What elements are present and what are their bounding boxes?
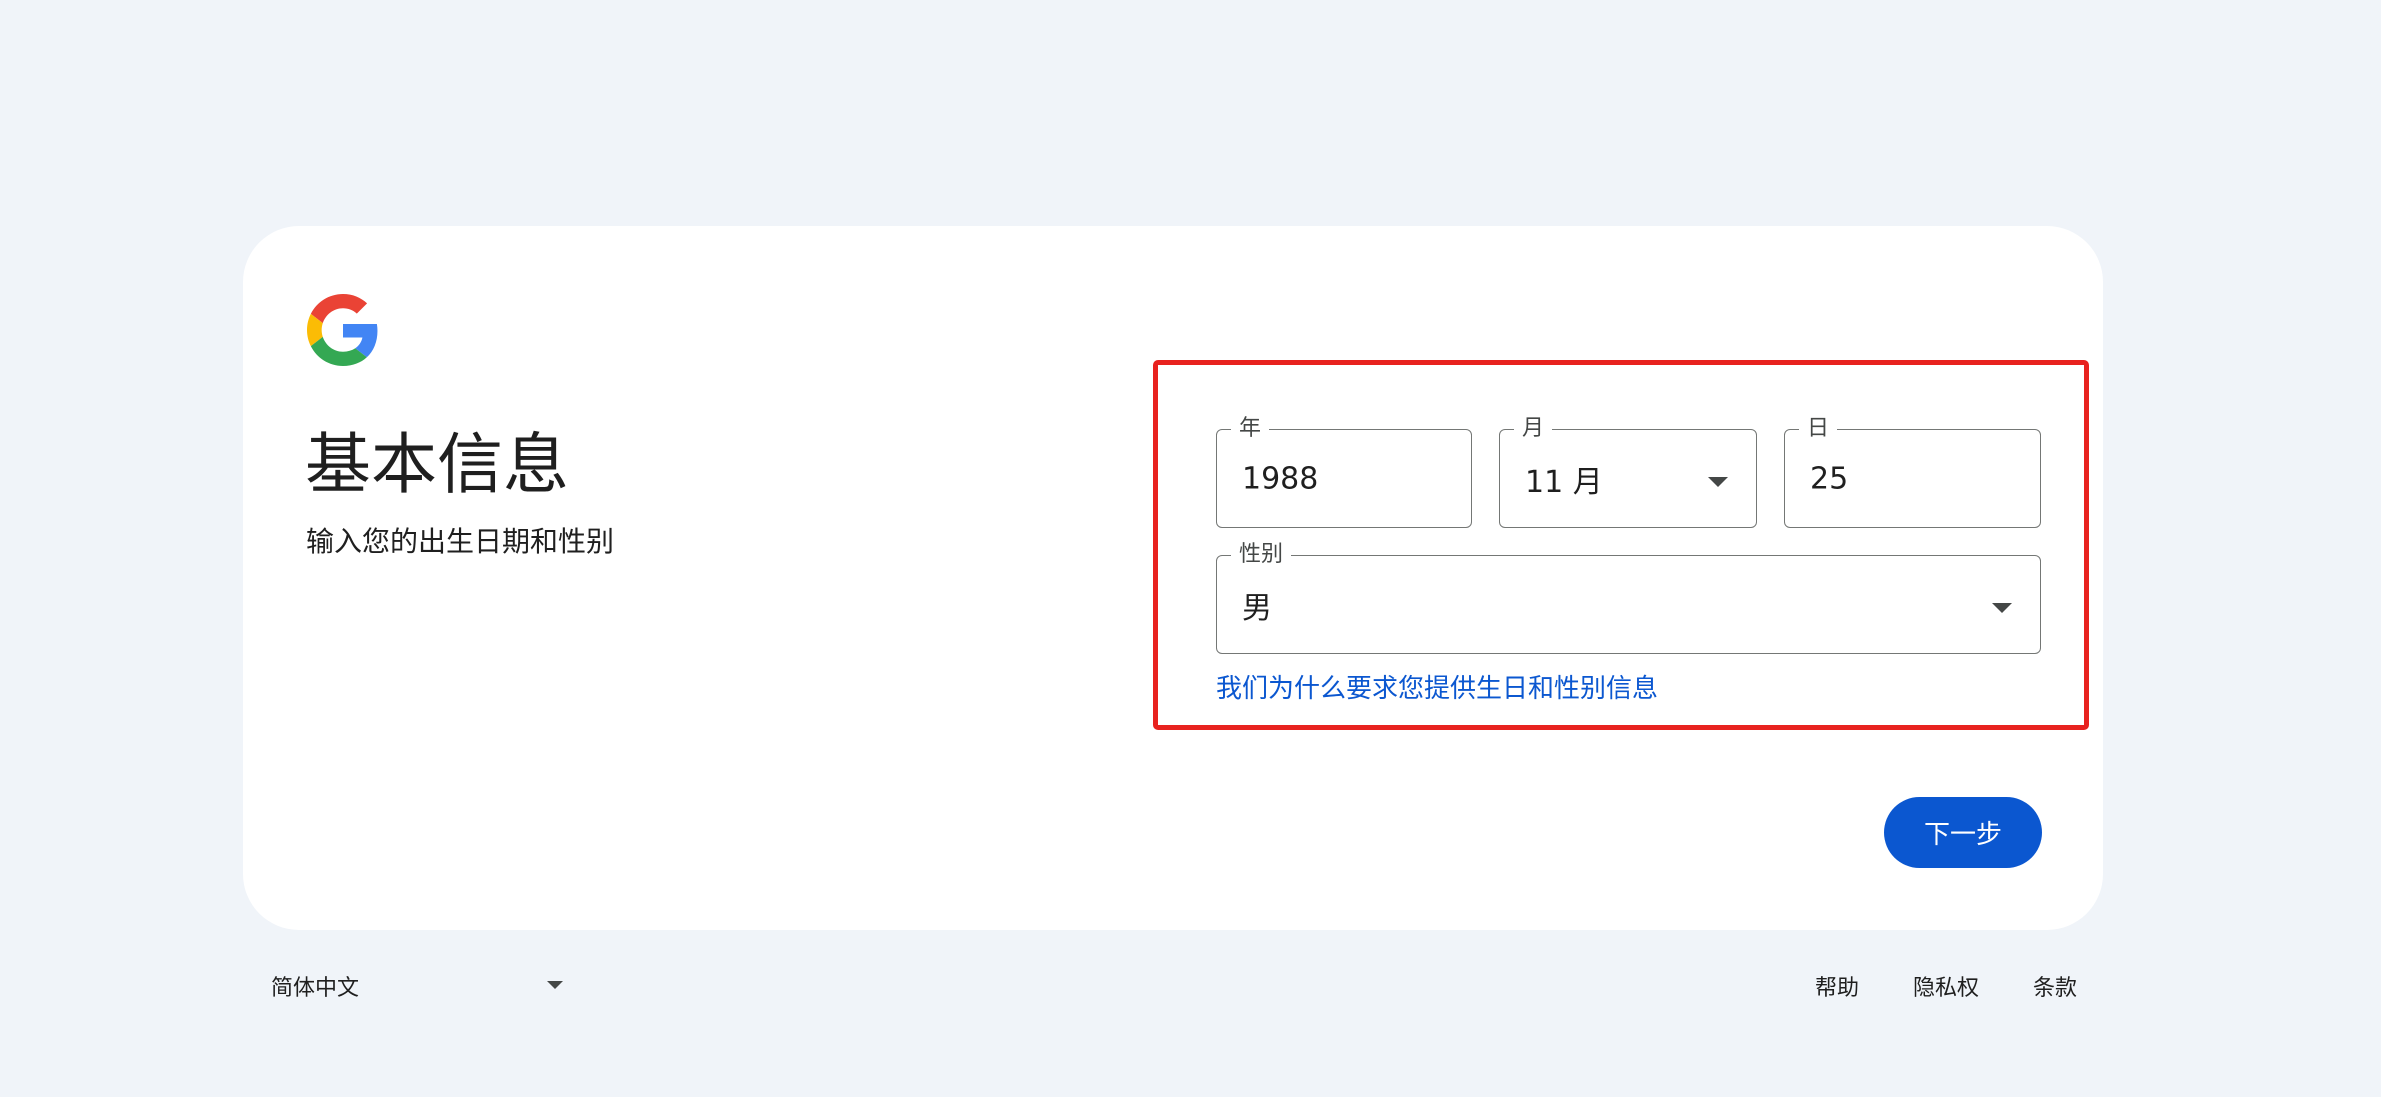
day-field-value: 25 (1810, 461, 1849, 496)
language-select-value: 简体中文 (271, 976, 360, 1001)
month-select-label: 月 (1514, 415, 1553, 443)
month-select-value: 11 月 (1525, 464, 1603, 500)
signup-card: 基本信息 输入您的出生日期和性别 年 1988 月 11 月 日 25 性别 男… (243, 226, 2103, 930)
next-button[interactable]: 下一步 (1884, 797, 2042, 868)
page-title: 基本信息 (305, 426, 569, 503)
chevron-down-icon (1992, 602, 2012, 613)
page-subtitle: 输入您的出生日期和性别 (306, 525, 615, 558)
day-field[interactable]: 日 25 (1784, 415, 2041, 528)
gender-select[interactable]: 性别 男 (1216, 541, 2041, 654)
gender-select-value: 男 (1242, 590, 1272, 626)
day-field-label: 日 (1799, 415, 1838, 443)
chevron-down-icon (1708, 476, 1728, 487)
year-field-label: 年 (1231, 415, 1270, 443)
month-select[interactable]: 月 11 月 (1499, 415, 1757, 528)
footer-terms-link[interactable]: 条款 (2033, 970, 2077, 1002)
google-logo-icon (307, 294, 378, 366)
why-birthday-gender-link[interactable]: 我们为什么要求您提供生日和性别信息 (1216, 668, 1658, 705)
footer-privacy-link[interactable]: 隐私权 (1913, 970, 1979, 1002)
gender-select-label: 性别 (1231, 541, 1292, 569)
chevron-down-icon (547, 981, 563, 989)
year-field[interactable]: 年 1988 (1216, 415, 1472, 528)
year-field-value: 1988 (1242, 461, 1319, 496)
footer-help-link[interactable]: 帮助 (1815, 970, 1859, 1002)
language-select[interactable]: 简体中文 (271, 970, 563, 1001)
